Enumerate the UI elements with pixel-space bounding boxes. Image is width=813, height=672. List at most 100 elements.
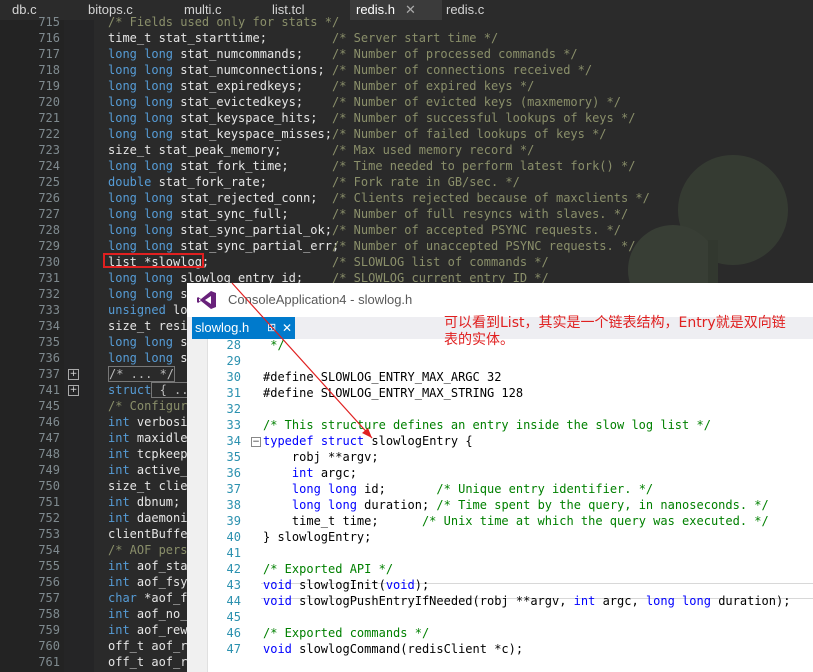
tab-slowlog-h[interactable]: slowlog.h ⊞ ✕ bbox=[192, 317, 295, 339]
line-number: 746 bbox=[38, 415, 60, 429]
line-number: 754 bbox=[38, 543, 60, 557]
line-number: 720 bbox=[38, 95, 60, 109]
code-comment: */ bbox=[263, 338, 285, 352]
line-number: 727 bbox=[38, 207, 60, 221]
code-keyword: int bbox=[108, 431, 130, 445]
code-line: int maxidle bbox=[108, 430, 187, 446]
line-number: 736 bbox=[38, 351, 60, 365]
code-line: long long s bbox=[108, 334, 187, 350]
code-text: off_t aof_r bbox=[108, 655, 188, 669]
line-number: 722 bbox=[38, 127, 60, 141]
close-icon[interactable]: ✕ bbox=[405, 2, 416, 17]
code-comment: /* Exported API */ bbox=[263, 562, 394, 576]
code-keyword: double bbox=[108, 175, 152, 189]
line-number: 758 bbox=[38, 607, 60, 621]
code-line: /* ... */ bbox=[108, 366, 176, 382]
code-line: void slowlogCommand(redisClient *c); bbox=[263, 641, 523, 657]
code-keyword: long long bbox=[645, 594, 711, 608]
code-line: size_t stat_peak_memory; /* Max used memo… bbox=[108, 142, 534, 158]
code-line: clientBuffe bbox=[108, 526, 187, 542]
code-keyword: typedef bbox=[263, 434, 314, 448]
code-keyword: void bbox=[385, 578, 415, 592]
code-line: int tcpkeep bbox=[108, 446, 187, 462]
code-text: stat_sync_partial_ok; bbox=[173, 223, 332, 237]
code-text: time_t time; bbox=[263, 514, 422, 528]
highlight-box-slowlog bbox=[103, 253, 204, 268]
tab-redis-c[interactable]: redis.c bbox=[440, 0, 490, 20]
code-text: argc, bbox=[595, 594, 646, 608]
code-text: robj **argv; bbox=[263, 450, 379, 464]
line-number: 716 bbox=[38, 31, 60, 45]
code-keyword: int bbox=[108, 559, 130, 573]
tab-redis-h[interactable]: redis.h ✕ bbox=[350, 0, 442, 20]
code-line: robj **argv; bbox=[263, 449, 379, 465]
code-text: ); bbox=[414, 578, 430, 592]
code-line: /* This structure defines an entry insid… bbox=[263, 417, 711, 433]
code-line: /* Exported API */ bbox=[263, 561, 393, 577]
code-comment: /* Max used memory record */ bbox=[332, 143, 535, 157]
code-comment: /* Number of full resyncs with slaves. *… bbox=[332, 207, 629, 221]
code-line: size_t clie bbox=[108, 478, 187, 494]
code-comment: /* Number of failed lookups of keys */ bbox=[332, 127, 607, 141]
code-keyword: long long bbox=[108, 335, 174, 349]
fold-column bbox=[64, 20, 94, 672]
code-keyword: int bbox=[108, 511, 130, 525]
code-comment: /* This structure defines an entry insid… bbox=[263, 418, 711, 432]
code-line: long long stat_sync_partial_err;/* Numbe… bbox=[108, 238, 635, 254]
fold-plus-icon[interactable]: + bbox=[68, 385, 79, 396]
code-comment: /* SLOWLOG list of commands */ bbox=[332, 255, 549, 269]
code-keyword: long long bbox=[108, 79, 174, 93]
line-number: 730 bbox=[38, 255, 60, 269]
code-keyword: int bbox=[108, 495, 130, 509]
line-number: 44 bbox=[226, 594, 241, 608]
code-text: stat_expiredkeys; bbox=[173, 79, 304, 93]
code-text: slowlogInit( bbox=[291, 578, 386, 592]
code-keyword: long long bbox=[291, 482, 357, 496]
code-comment: /* Unix time at which the query was exec… bbox=[421, 514, 769, 528]
code-comment: /* Server start time */ bbox=[332, 31, 499, 45]
code-keyword: int bbox=[108, 415, 130, 429]
line-number: 748 bbox=[38, 447, 60, 461]
line-number: 729 bbox=[38, 239, 60, 253]
pin-icon[interactable]: ⊞ bbox=[267, 317, 276, 339]
code-line: /* Fields used only for stats */ bbox=[108, 14, 339, 30]
code-line: int daemoni bbox=[108, 510, 187, 526]
code-comment: /* Number of processed commands */ bbox=[332, 47, 578, 61]
code-keyword: int bbox=[573, 594, 596, 608]
code-text: argc; bbox=[313, 466, 357, 480]
line-number: 760 bbox=[38, 639, 60, 653]
code-line: char *aof_f bbox=[108, 590, 187, 606]
line-number: 32 bbox=[226, 402, 241, 416]
window-title: ConsoleApplication4 - slowlog.h bbox=[228, 292, 413, 307]
line-number: 723 bbox=[38, 143, 60, 157]
line-number: 39 bbox=[226, 514, 241, 528]
code-comment: /* AOF pers bbox=[108, 543, 188, 557]
code-keyword: long long bbox=[108, 127, 174, 141]
code-line: /* Exported commands */ bbox=[263, 625, 429, 641]
code-text: stat_numconnections; bbox=[173, 63, 325, 77]
line-number: 33 bbox=[226, 418, 241, 432]
tab-label: slowlog.h bbox=[195, 320, 250, 335]
code-text: stat_sync_partial_err; bbox=[173, 239, 340, 253]
code-keyword: long long bbox=[108, 191, 174, 205]
tab-label: redis.h bbox=[356, 2, 396, 17]
code-line: long long stat_evictedkeys; /* Number of … bbox=[108, 94, 621, 110]
code-keyword: void bbox=[263, 578, 292, 592]
fold-plus-icon[interactable]: + bbox=[68, 369, 79, 380]
code-text: stat_numcommands; bbox=[173, 47, 304, 61]
slowlog-code-editor[interactable]: 28 */ 29 30 #define SLOWLOG_ENTRY_MAX_ARGC … bbox=[187, 338, 813, 672]
line-number: 35 bbox=[226, 450, 241, 464]
code-keyword: long long bbox=[108, 207, 174, 221]
code-line: #define SLOWLOG_ENTRY_MAX_ARGC 32 bbox=[263, 369, 501, 385]
close-icon[interactable]: ✕ bbox=[282, 317, 292, 339]
line-number: 34 bbox=[226, 434, 241, 448]
code-keyword: int bbox=[108, 463, 130, 477]
line-number: 731 bbox=[38, 271, 60, 285]
code-text: verbosi bbox=[129, 415, 188, 429]
code-text: clientBuffe bbox=[108, 527, 188, 541]
code-line: double stat_fork_rate; /* Fork rate in GB… bbox=[108, 174, 520, 190]
line-number: 755 bbox=[38, 559, 60, 573]
code-line: void slowlogInit(void); bbox=[263, 577, 429, 593]
fold-minus-icon[interactable]: − bbox=[251, 437, 261, 447]
code-line: void slowlogPushEntryIfNeeded(robj **arg… bbox=[263, 593, 790, 609]
